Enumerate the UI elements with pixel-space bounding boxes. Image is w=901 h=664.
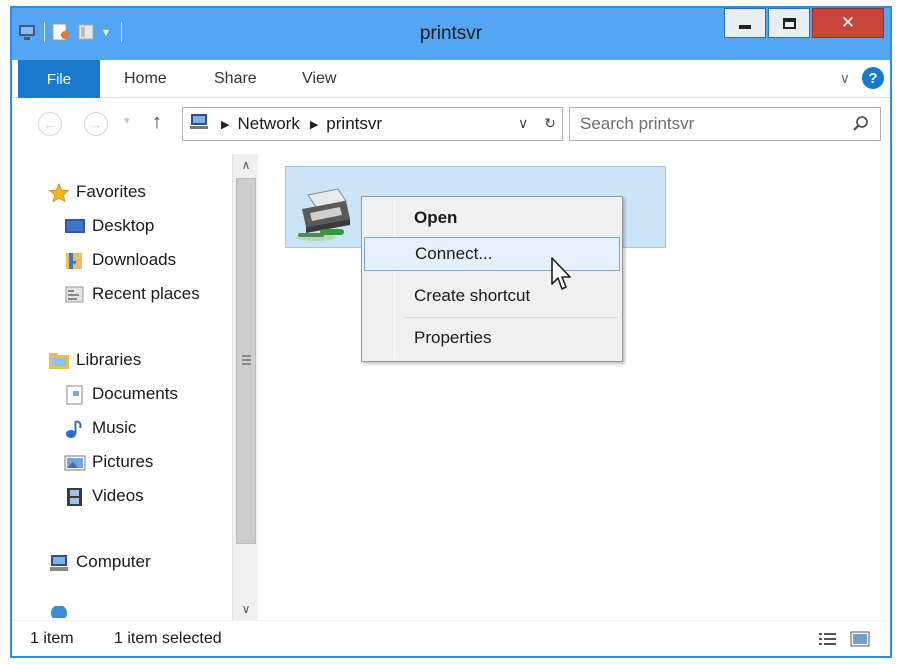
nav-item-network-partial[interactable] <box>48 606 68 618</box>
recent-places-icon <box>64 285 84 303</box>
nav-item-downloads[interactable]: Downloads <box>64 250 176 270</box>
nav-item-label: Documents <box>92 384 178 403</box>
nav-item-libraries[interactable]: Libraries <box>48 350 141 370</box>
nav-item-label: Recent places <box>92 284 200 303</box>
nav-item-label: Downloads <box>92 250 177 269</box>
back-button[interactable]: ← <box>38 112 62 136</box>
refresh-icon[interactable]: ↻ <box>544 115 556 132</box>
nav-item-videos[interactable]: Videos <box>64 486 144 506</box>
libraries-icon <box>48 351 69 369</box>
downloads-icon <box>64 251 84 269</box>
nav-item-label: Desktop <box>92 216 155 235</box>
computer-icon <box>48 553 68 571</box>
explorer-window: ▾ printsvr ✕ File Home Share View ∨ ? ← … <box>10 6 892 658</box>
nav-item-label: Computer <box>76 552 151 571</box>
nav-item-label: Pictures <box>92 452 154 471</box>
breadcrumb-network[interactable]: Network <box>237 114 299 134</box>
tab-file[interactable]: File <box>18 60 100 98</box>
status-selection: 1 item selected <box>114 630 222 647</box>
nav-item-recent-places[interactable]: Recent places <box>64 284 200 304</box>
nav-item-label: Music <box>92 418 137 437</box>
network-icon <box>48 606 68 618</box>
scroll-up-icon[interactable]: ∧ <box>233 154 259 176</box>
pictures-icon <box>64 453 86 471</box>
ribbon-tabs: File Home Share View ∨ ? <box>12 60 890 98</box>
star-icon <box>48 183 70 203</box>
maximize-icon <box>782 17 796 29</box>
network-computer-icon <box>189 113 211 136</box>
printer-icon <box>294 179 358 243</box>
window-controls: ✕ <box>722 8 884 38</box>
back-arrow-icon: ← <box>43 116 57 132</box>
nav-item-favorites[interactable]: Favorites <box>48 182 146 203</box>
context-menu-properties[interactable]: Properties <box>364 321 620 355</box>
context-menu: Open Connect... Create shortcut Properti… <box>361 196 623 362</box>
context-menu-connect[interactable]: Connect... <box>364 237 620 271</box>
scrollbar-grip-icon <box>242 355 251 365</box>
nav-item-label: Favorites <box>76 182 146 201</box>
context-menu-open[interactable]: Open <box>364 201 620 235</box>
nav-item-label: Libraries <box>76 350 142 369</box>
search-placeholder: Search printsvr <box>580 114 695 133</box>
search-box[interactable]: Search printsvr <box>569 107 881 141</box>
title-bar[interactable]: ▾ printsvr ✕ <box>12 8 890 60</box>
context-menu-separator <box>404 317 618 318</box>
tab-home[interactable]: Home <box>124 70 167 88</box>
documents-icon <box>64 385 84 405</box>
mouse-cursor-icon <box>551 257 571 290</box>
scrollbar-thumb[interactable] <box>236 178 256 544</box>
scroll-down-icon[interactable]: ∨ <box>233 598 259 620</box>
breadcrumb-printsvr[interactable]: printsvr <box>326 114 382 134</box>
status-item-count: 1 item <box>30 630 74 647</box>
tab-view[interactable]: View <box>302 70 336 88</box>
up-button[interactable]: ↑ <box>152 111 162 134</box>
ribbon-right-controls: ∨ ? <box>840 67 884 89</box>
nav-item-computer[interactable]: Computer <box>48 552 151 572</box>
navigation-pane-scrollbar[interactable]: ∧ ∨ <box>232 154 258 620</box>
help-icon[interactable]: ? <box>862 67 884 89</box>
nav-item-label: Videos <box>92 486 144 505</box>
address-bar-controls: ∨ ↻ <box>518 115 556 132</box>
minimize-icon <box>739 25 751 29</box>
nav-item-pictures[interactable]: Pictures <box>64 452 153 472</box>
forward-button[interactable]: → <box>84 112 108 136</box>
recent-locations-chevron-icon[interactable]: ▼ <box>122 116 132 127</box>
nav-item-desktop[interactable]: Desktop <box>64 216 154 236</box>
music-icon <box>64 419 84 438</box>
forward-arrow-icon: → <box>89 116 103 132</box>
navigation-bar: ← → ▼ ↑ ▶ Network ▶ printsvr ∨ ↻ Search … <box>12 99 890 149</box>
nav-item-documents[interactable]: Documents <box>64 384 178 405</box>
expand-ribbon-chevron-icon[interactable]: ∨ <box>840 70 850 87</box>
address-bar[interactable]: ▶ Network ▶ printsvr ∨ ↻ <box>182 107 563 141</box>
address-dropdown-icon[interactable]: ∨ <box>518 115 528 132</box>
nav-item-music[interactable]: Music <box>64 418 136 438</box>
breadcrumb-separator-icon[interactable]: ▶ <box>221 118 229 131</box>
tab-share[interactable]: Share <box>214 70 257 88</box>
close-button[interactable]: ✕ <box>812 8 884 38</box>
status-bar: 1 item 1 item selected <box>12 620 890 656</box>
desktop-icon <box>64 217 85 235</box>
search-icon[interactable] <box>852 115 870 138</box>
details-view-icon[interactable] <box>818 631 838 647</box>
large-icons-view-icon[interactable] <box>850 631 870 647</box>
close-icon: ✕ <box>840 13 856 32</box>
videos-icon <box>64 487 84 506</box>
navigation-pane: Favorites Desktop Downloads Recent place… <box>12 152 232 620</box>
minimize-button[interactable] <box>724 8 766 38</box>
context-menu-create-shortcut[interactable]: Create shortcut <box>364 279 620 313</box>
maximize-button[interactable] <box>768 8 810 38</box>
breadcrumb-separator-icon[interactable]: ▶ <box>310 118 318 131</box>
